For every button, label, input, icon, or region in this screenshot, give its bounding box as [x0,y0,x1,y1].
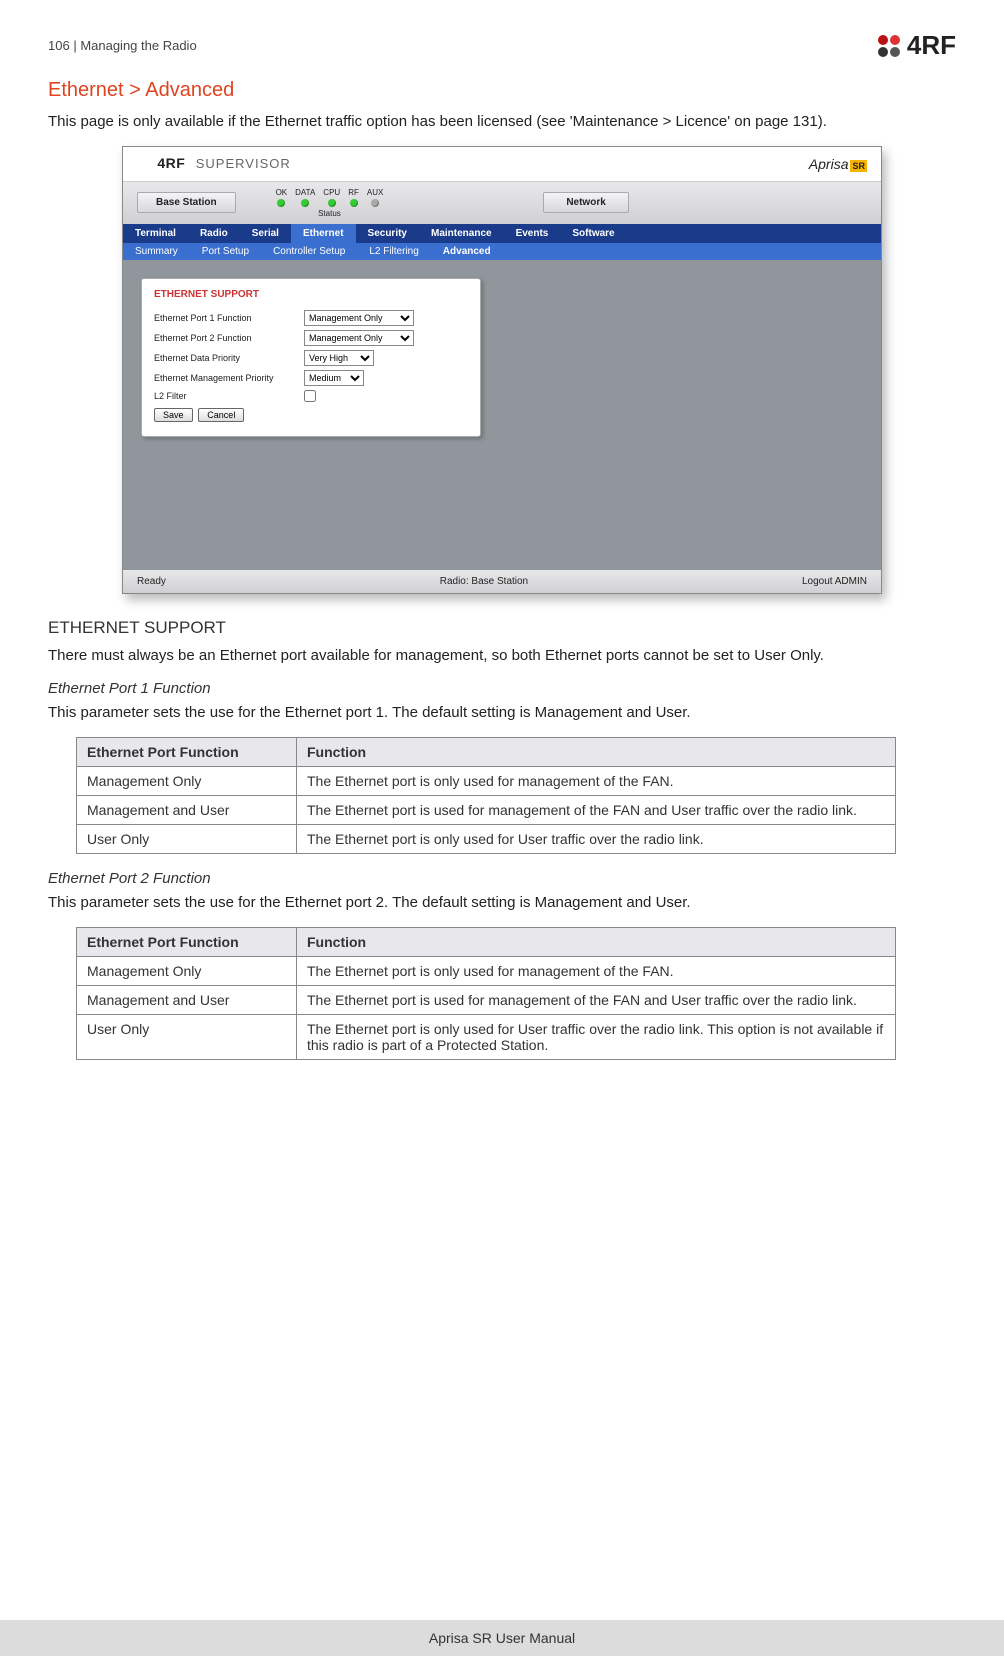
status-bar: Base Station OK DATA CPU RF AUX Status N… [123,182,881,224]
tab-software[interactable]: Software [560,224,626,243]
footer-radio: Radio: Base Station [440,576,528,587]
ethernet-support-panel: ETHERNET SUPPORT Ethernet Port 1 Functio… [141,278,481,437]
led-label-rf: RF [348,188,359,197]
table-row: Management OnlyThe Ethernet port is only… [77,767,896,796]
tab-events[interactable]: Events [504,224,561,243]
col-header: Function [297,738,896,767]
section-intro: This page is only available if the Ether… [48,112,956,132]
footer-ready: Ready [137,576,166,587]
subtab-l2-filtering[interactable]: L2 Filtering [357,243,430,260]
led-ok-icon [277,199,285,207]
port1-desc: This parameter sets the use for the Ethe… [48,703,956,723]
led-data-icon [301,199,309,207]
network-button[interactable]: Network [543,192,628,213]
footer-logout[interactable]: Logout ADMIN [802,576,867,587]
led-label-ok: OK [276,188,288,197]
manual-title: Aprisa SR User Manual [429,1630,575,1646]
port1-table: Ethernet Port Function Function Manageme… [76,737,896,854]
led-label-aux: AUX [367,188,383,197]
table-row: User OnlyThe Ethernet port is only used … [77,825,896,854]
sub-tabs: Summary Port Setup Controller Setup L2 F… [123,243,881,260]
subtab-advanced[interactable]: Advanced [431,243,503,260]
port1-select[interactable]: Management Only [304,310,414,326]
port2-title: Ethernet Port 2 Function [48,870,956,887]
led-label-data: DATA [295,188,315,197]
mgmt-prio-label: Ethernet Management Priority [154,373,304,383]
aprisa-text: Aprisa [809,156,849,172]
table-row: Management and UserThe Ethernet port is … [77,986,896,1015]
page-header: 106 | Managing the Radio 4RF [48,30,956,61]
tab-terminal[interactable]: Terminal [123,224,188,243]
table-row: User OnlyThe Ethernet port is only used … [77,1015,896,1060]
aprisa-sr-badge: SR [850,160,867,172]
tab-radio[interactable]: Radio [188,224,240,243]
status-label: Status [318,209,341,218]
table-row: Management and UserThe Ethernet port is … [77,796,896,825]
led-label-cpu: CPU [323,188,340,197]
panel-title: ETHERNET SUPPORT [154,289,468,300]
table-row: Management OnlyThe Ethernet port is only… [77,957,896,986]
aprisa-logo: AprisaSR [809,156,867,172]
screenshot-figure: 4RF SUPERVISOR AprisaSR Base Station OK … [48,146,956,593]
header-separator: | [70,38,81,53]
brand-logo: 4RF [877,30,956,61]
supervisor-label: SUPERVISOR [196,156,291,171]
supervisor-window: 4RF SUPERVISOR AprisaSR Base Station OK … [122,146,882,593]
cancel-button[interactable]: Cancel [198,408,244,422]
data-prio-select[interactable]: Very High [304,350,374,366]
col-header: Ethernet Port Function [77,928,297,957]
table-header-row: Ethernet Port Function Function [77,738,896,767]
supervisor-brand: 4RF [157,155,185,171]
led-aux-icon [371,199,379,207]
port2-label: Ethernet Port 2 Function [154,333,304,343]
page-footer: Aprisa SR User Manual [0,1620,1004,1656]
ethernet-support-heading: ETHERNET SUPPORT [48,618,956,638]
tab-maintenance[interactable]: Maintenance [419,224,504,243]
save-button[interactable]: Save [154,408,193,422]
page-number: 106 [48,38,70,53]
led-status-block: OK DATA CPU RF AUX Status [276,188,384,218]
port1-title: Ethernet Port 1 Function [48,680,956,697]
col-header: Function [297,928,896,957]
l2-filter-label: L2 Filter [154,391,304,401]
panel-buttons: Save Cancel [154,408,468,422]
port2-select[interactable]: Management Only [304,330,414,346]
supervisor-body: ETHERNET SUPPORT Ethernet Port 1 Functio… [123,260,881,570]
data-prio-label: Ethernet Data Priority [154,353,304,363]
base-station-button[interactable]: Base Station [137,192,236,213]
led-cpu-icon [328,199,336,207]
table-header-row: Ethernet Port Function Function [77,928,896,957]
logo-dots-icon [877,34,901,58]
mgmt-prio-select[interactable]: Medium [304,370,364,386]
led-rf-icon [350,199,358,207]
page-number-chapter: 106 | Managing the Radio [48,38,197,53]
port2-desc: This parameter sets the use for the Ethe… [48,893,956,913]
supervisor-header: 4RF SUPERVISOR AprisaSR [123,147,881,181]
section-title: Ethernet > Advanced [48,79,956,102]
col-header: Ethernet Port Function [77,738,297,767]
ethernet-support-intro: There must always be an Ethernet port av… [48,646,956,666]
port2-table: Ethernet Port Function Function Manageme… [76,927,896,1060]
main-tabs: Terminal Radio Serial Ethernet Security … [123,224,881,243]
l2-filter-checkbox[interactable] [304,390,316,402]
supervisor-footer: Ready Radio: Base Station Logout ADMIN [123,570,881,593]
tab-ethernet[interactable]: Ethernet [291,224,356,243]
logo-dots-icon [137,157,153,173]
chapter-title: Managing the Radio [80,38,196,53]
port1-label: Ethernet Port 1 Function [154,313,304,323]
subtab-controller-setup[interactable]: Controller Setup [261,243,357,260]
tab-security[interactable]: Security [356,224,419,243]
tab-serial[interactable]: Serial [240,224,291,243]
subtab-port-setup[interactable]: Port Setup [190,243,261,260]
logo-text: 4RF [907,30,956,61]
supervisor-logo: 4RF SUPERVISOR [137,155,291,172]
subtab-summary[interactable]: Summary [123,243,190,260]
